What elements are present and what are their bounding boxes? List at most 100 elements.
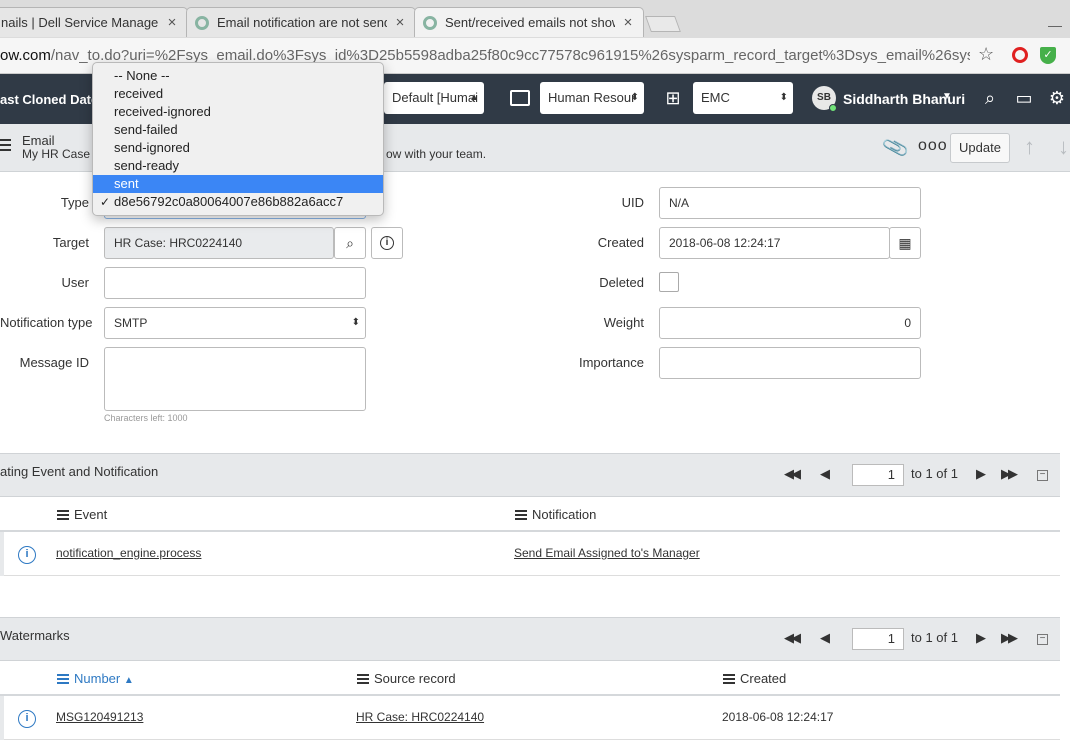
tab-close-icon[interactable]: × [165, 14, 179, 31]
notification-type-select[interactable]: SMTP ⬍ [104, 307, 366, 339]
tab-close-icon[interactable]: × [393, 14, 407, 31]
presence-indicator [829, 104, 837, 112]
checkmark-icon: ✓ [100, 195, 111, 209]
characters-left-hint: Characters left: 1000 [104, 413, 188, 423]
last-page-icon[interactable]: ▶▶ [1001, 630, 1018, 646]
type-option-received[interactable]: received [93, 85, 383, 103]
browser-tab[interactable]: Email notification are not sendi × [186, 7, 416, 37]
form-context-menu-icon[interactable] [0, 139, 11, 154]
tab-title: nails | Dell Service Managem [1, 15, 159, 30]
uid-field[interactable]: N/A [659, 187, 921, 219]
info-button[interactable]: i [371, 227, 403, 259]
new-tab-button[interactable] [645, 16, 681, 32]
weight-label: Weight [603, 315, 644, 330]
shield-extension-icon[interactable]: ✓ [1040, 47, 1056, 64]
page-number-input[interactable]: 1 [852, 628, 904, 650]
tab-close-icon[interactable]: × [621, 14, 635, 31]
page-number-input[interactable]: 1 [852, 464, 904, 486]
user-field[interactable] [104, 267, 366, 299]
select-arrows-icon: ⬍ [351, 317, 360, 328]
notification-type-value: SMTP [114, 316, 148, 330]
bookmark-star-icon[interactable]: ☆ [978, 44, 994, 65]
target-field: HR Case: HRC0224140 [104, 227, 334, 259]
user-label: User [61, 275, 89, 290]
message-id-textarea[interactable] [104, 347, 366, 411]
attachment-paperclip-icon[interactable]: 📎 [881, 133, 911, 164]
collapse-icon[interactable]: − [1037, 470, 1048, 481]
info-icon: i [380, 236, 394, 250]
url-host: ow.com [0, 47, 51, 64]
gear-icon[interactable]: ⚙ [1046, 88, 1068, 108]
connect-chat-icon[interactable]: ▭ [1013, 88, 1035, 108]
monitor-icon[interactable] [510, 90, 530, 106]
column-header-label: Number [74, 671, 121, 686]
next-record-arrow-icon[interactable]: ↓ [1058, 134, 1069, 160]
uid-label: UID [621, 195, 644, 210]
previous-record-arrow-icon[interactable]: ↑ [1024, 134, 1035, 160]
search-icon[interactable]: ⌕ [334, 227, 366, 259]
scope-select[interactable]: Default [Humai ▲ [384, 82, 484, 114]
row-info-icon[interactable]: i [18, 710, 36, 728]
column-header-source-record[interactable]: Source record [357, 671, 456, 686]
first-page-icon[interactable]: ◀◀ [784, 466, 801, 482]
browser-tab[interactable]: nails | Dell Service Managem × [0, 7, 188, 37]
column-header-label: Created [740, 671, 787, 686]
type-option-current-label: d8e56792c0a80064007e86b882a6acc7 [114, 194, 344, 209]
record-display-value: My HR Case H [22, 147, 103, 161]
previous-page-icon[interactable]: ◀ [820, 466, 830, 482]
type-option-none[interactable]: -- None -- [93, 67, 383, 85]
event-link[interactable]: notification_engine.process [56, 546, 201, 560]
importance-field[interactable] [659, 347, 921, 379]
column-header-event[interactable]: Event [57, 507, 107, 522]
row-indicator [0, 696, 4, 740]
created-value: 2018-06-08 12:24:17 [722, 710, 834, 724]
notification-link[interactable]: Send Email Assigned to's Manager [514, 546, 700, 560]
opera-extension-icon[interactable] [1012, 47, 1028, 63]
weight-field[interactable]: 0 [659, 307, 921, 339]
column-menu-icon[interactable] [57, 509, 69, 522]
update-button[interactable]: Update [950, 133, 1010, 163]
type-option-send-ready[interactable]: send-ready [93, 157, 383, 175]
next-page-icon[interactable]: ▶ [976, 466, 986, 482]
select-arrows-icon: ⬍ [779, 92, 788, 103]
column-header-number[interactable]: Number ▲ [57, 671, 134, 686]
previous-page-icon[interactable]: ◀ [820, 630, 830, 646]
column-header-created[interactable]: Created [723, 671, 786, 686]
type-option-current[interactable]: ✓ d8e56792c0a80064007e86b882a6acc7 [93, 193, 383, 211]
more-options-icon[interactable]: ooo [918, 137, 948, 155]
window-restore-icon[interactable]: ⎼ [1048, 14, 1062, 31]
column-menu-icon[interactable] [57, 673, 69, 686]
column-header-notification[interactable]: Notification [515, 507, 596, 522]
collapse-icon[interactable]: − [1037, 634, 1048, 645]
related-list-header-watermarks: Watermarks ◀◀ ◀ 1 to 1 of 1 ▶ ▶▶ − [0, 617, 1060, 661]
deleted-checkbox[interactable] [659, 272, 679, 292]
first-page-icon[interactable]: ◀◀ [784, 630, 801, 646]
column-menu-icon[interactable] [723, 673, 735, 686]
application-select[interactable]: Human Resour ⬍ [540, 82, 644, 114]
search-icon[interactable]: ⌕ [979, 88, 1001, 108]
page-count: to 1 of 1 [911, 630, 958, 645]
calendar-icon[interactable]: ▦ [889, 227, 921, 259]
application-select-value: Human Resour [548, 90, 636, 105]
scope-select-value: Default [Humai [392, 90, 478, 105]
created-field[interactable]: 2018-06-08 12:24:17 [659, 227, 890, 259]
domain-tree-icon[interactable]: ⊞ [662, 88, 684, 108]
table-row: i MSG120491213 HR Case: HRC0224140 2018-… [0, 696, 1060, 740]
column-menu-icon[interactable] [515, 509, 527, 522]
type-option-sent[interactable]: sent [93, 175, 383, 193]
next-page-icon[interactable]: ▶ [976, 630, 986, 646]
browser-tab-active[interactable]: Sent/received emails not show × [414, 7, 644, 37]
domain-select[interactable]: EMC ⬍ [693, 82, 793, 114]
type-option-send-ignored[interactable]: send-ignored [93, 139, 383, 157]
target-label: Target [52, 235, 89, 250]
column-menu-icon[interactable] [357, 673, 369, 686]
type-option-received-ignored[interactable]: received-ignored [93, 103, 383, 121]
number-link[interactable]: MSG120491213 [56, 710, 143, 724]
select-arrows-icon: ⬍ [630, 92, 639, 103]
last-page-icon[interactable]: ▶▶ [1001, 466, 1018, 482]
type-option-send-failed[interactable]: send-failed [93, 121, 383, 139]
chevron-down-icon[interactable]: ▼ [942, 91, 952, 102]
row-info-icon[interactable]: i [18, 546, 36, 564]
browser-tab-bar: nails | Dell Service Managem × Email not… [0, 0, 1070, 42]
source-record-link[interactable]: HR Case: HRC0224140 [356, 710, 484, 724]
